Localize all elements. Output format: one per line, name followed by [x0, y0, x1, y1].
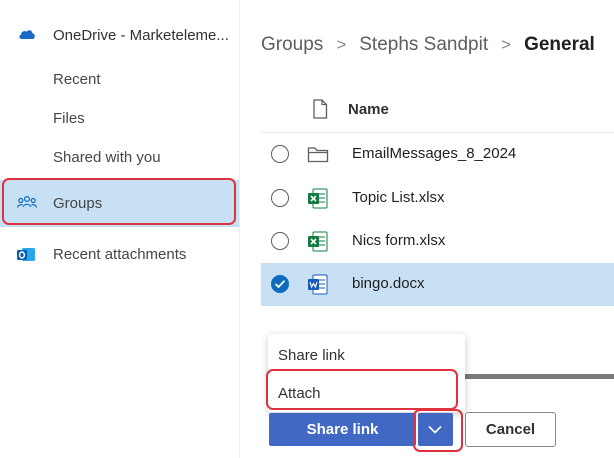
groups-highlight [2, 178, 236, 225]
sidebar-item-label: Recent [53, 71, 101, 88]
list-header: Name [261, 92, 614, 133]
row-select-radio[interactable] [271, 145, 289, 163]
breadcrumb-separator: > [336, 35, 347, 54]
cloud-icon [17, 26, 37, 42]
sidebar: OneDrive - Marketeleme... Recent Files S… [0, 0, 240, 458]
progress-bar [463, 374, 614, 379]
share-link-button[interactable]: Share link [269, 413, 416, 446]
sidebar-item-files[interactable]: Files [0, 101, 239, 137]
sidebar-item-recent[interactable]: Recent [0, 62, 239, 98]
cancel-button[interactable]: Cancel [465, 412, 556, 447]
list-item[interactable]: bingo.docx [261, 263, 614, 306]
excel-file-icon [307, 231, 329, 253]
checkmark-icon [274, 280, 286, 289]
list-item[interactable]: Topic List.xlsx [261, 177, 614, 220]
sidebar-item-shared-with-you[interactable]: Shared with you [0, 140, 239, 176]
sidebar-item-label: Files [53, 110, 85, 127]
sidebar-item-label: Shared with you [53, 149, 161, 166]
file-icon [312, 99, 328, 124]
attach-highlight [266, 369, 458, 410]
sidebar-item-recent-attachments[interactable]: Recent attachments [0, 237, 239, 273]
excel-file-icon [307, 188, 329, 210]
file-name: bingo.docx [352, 275, 425, 292]
onedrive-account[interactable]: OneDrive - Marketeleme... [0, 18, 239, 54]
menu-item-label: Share link [278, 347, 345, 364]
row-select-radio[interactable] [271, 232, 289, 250]
list-item[interactable]: EmailMessages_8_2024 [261, 133, 614, 176]
breadcrumb-general: General [524, 34, 595, 55]
row-select-radio[interactable] [271, 189, 289, 207]
folder-icon [307, 144, 329, 166]
breadcrumb-groups[interactable]: Groups [261, 34, 323, 55]
breadcrumb-stephs-sandpit[interactable]: Stephs Sandpit [359, 34, 488, 55]
onedrive-title: OneDrive - Marketeleme... [53, 27, 229, 44]
word-file-icon [307, 274, 329, 296]
breadcrumb-separator: > [501, 35, 512, 54]
file-name: Nics form.xlsx [352, 232, 446, 249]
outlook-icon [16, 246, 38, 264]
sidebar-item-label: Recent attachments [53, 246, 187, 263]
name-column-header[interactable]: Name [348, 101, 389, 118]
breadcrumb: Groups > Stephs Sandpit > General [261, 34, 595, 56]
file-name: Topic List.xlsx [352, 189, 445, 206]
file-name: EmailMessages_8_2024 [352, 145, 517, 162]
dropdown-highlight [413, 409, 463, 452]
list-item[interactable]: Nics form.xlsx [261, 220, 614, 263]
row-select-radio[interactable] [271, 275, 289, 293]
